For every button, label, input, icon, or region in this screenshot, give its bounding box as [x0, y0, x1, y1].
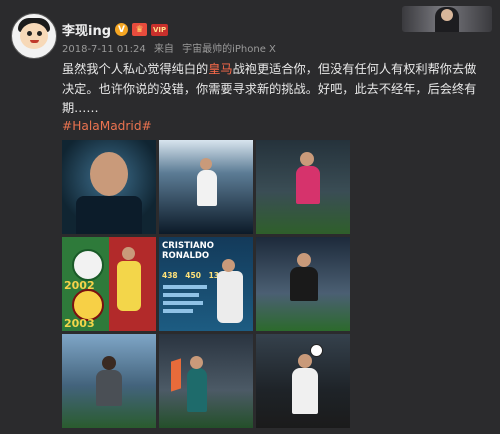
- crown-badge-icon: ♛: [132, 23, 148, 36]
- post-meta: 2018-7-11 01:24 来自 宇宙最帅的iPhone X: [62, 40, 281, 55]
- source-prefix: 来自: [153, 44, 174, 55]
- post-text: 虽然我个人私心觉得纯白的皇马战袍更适合你，但没有任何人有权利帮你去做决定。也许你…: [62, 60, 482, 119]
- photo-tile-9[interactable]: [256, 334, 350, 428]
- player-figure: [290, 267, 318, 301]
- football-icon: [310, 344, 323, 357]
- photo-tile-6[interactable]: [256, 237, 350, 331]
- infographic-bar: [163, 309, 193, 313]
- player-figure: [197, 170, 217, 206]
- player-figure: [76, 196, 142, 234]
- username[interactable]: 李现ing: [62, 20, 111, 39]
- infographic-bar: [163, 301, 203, 305]
- post-date[interactable]: 2018-7-11 01:24: [62, 44, 146, 55]
- photo-tile-4[interactable]: 2002 2003: [62, 237, 156, 331]
- player-head: [190, 356, 203, 369]
- photo-tile-7[interactable]: [62, 334, 156, 428]
- stat-value: 450: [185, 271, 201, 280]
- stat-value: 438: [162, 271, 178, 280]
- corner-flag: [171, 358, 181, 392]
- photo-tile-8[interactable]: [159, 334, 253, 428]
- player-head: [297, 253, 311, 267]
- photo-tile-1[interactable]: [62, 140, 156, 234]
- vip-badge-icon: VIP: [151, 23, 169, 36]
- username-row: 李现ing V ♛ VIP: [62, 20, 169, 39]
- player-head: [200, 158, 212, 170]
- photo-tile-2[interactable]: [159, 140, 253, 234]
- cover-face: [441, 9, 453, 21]
- infographic-bar: [163, 293, 199, 297]
- sporting-crest-icon: [72, 249, 104, 281]
- infographic-title-line: RONALDO: [162, 251, 210, 261]
- profile-cover-thumbnail[interactable]: [402, 6, 492, 32]
- player-head: [298, 354, 312, 368]
- player-head: [102, 356, 116, 370]
- infographic-title: CRISTIANO RONALDO: [162, 241, 214, 261]
- year-label: 2003: [64, 317, 95, 330]
- year-label: 2002: [64, 279, 95, 292]
- infographic-bar: [163, 285, 207, 289]
- player-head: [222, 259, 235, 272]
- player-figure: [187, 368, 207, 412]
- player-head: [90, 152, 128, 196]
- post-text-part: 虽然我个人私心觉得纯白的: [62, 62, 209, 76]
- player-figure: [96, 370, 122, 406]
- post-text-highlight[interactable]: 皇马: [208, 62, 232, 76]
- player-figure: [117, 261, 141, 311]
- post-source: 宇宙最帅的iPhone X: [182, 44, 276, 55]
- photo-grid: 2002 2003 CRISTIANO RONALDO 438 450 131: [62, 140, 350, 430]
- avatar-eye: [27, 31, 32, 36]
- infographic-bars: [163, 285, 207, 317]
- photo-tile-3[interactable]: [256, 140, 350, 234]
- avatar-eye: [37, 31, 42, 36]
- player-figure: [296, 166, 320, 204]
- avatar-face: [20, 23, 48, 49]
- infographic-title-line: CRISTIANO: [162, 241, 214, 251]
- player-head: [300, 152, 314, 166]
- photo-tile-5[interactable]: CRISTIANO RONALDO 438 450 131: [159, 237, 253, 331]
- avatar[interactable]: [11, 13, 57, 59]
- player-figure: [292, 368, 318, 414]
- player-head: [122, 247, 135, 260]
- player-figure: [217, 271, 243, 323]
- hashtag-link[interactable]: #HalaMadrid#: [62, 119, 152, 133]
- verified-badge-icon: V: [115, 23, 129, 36]
